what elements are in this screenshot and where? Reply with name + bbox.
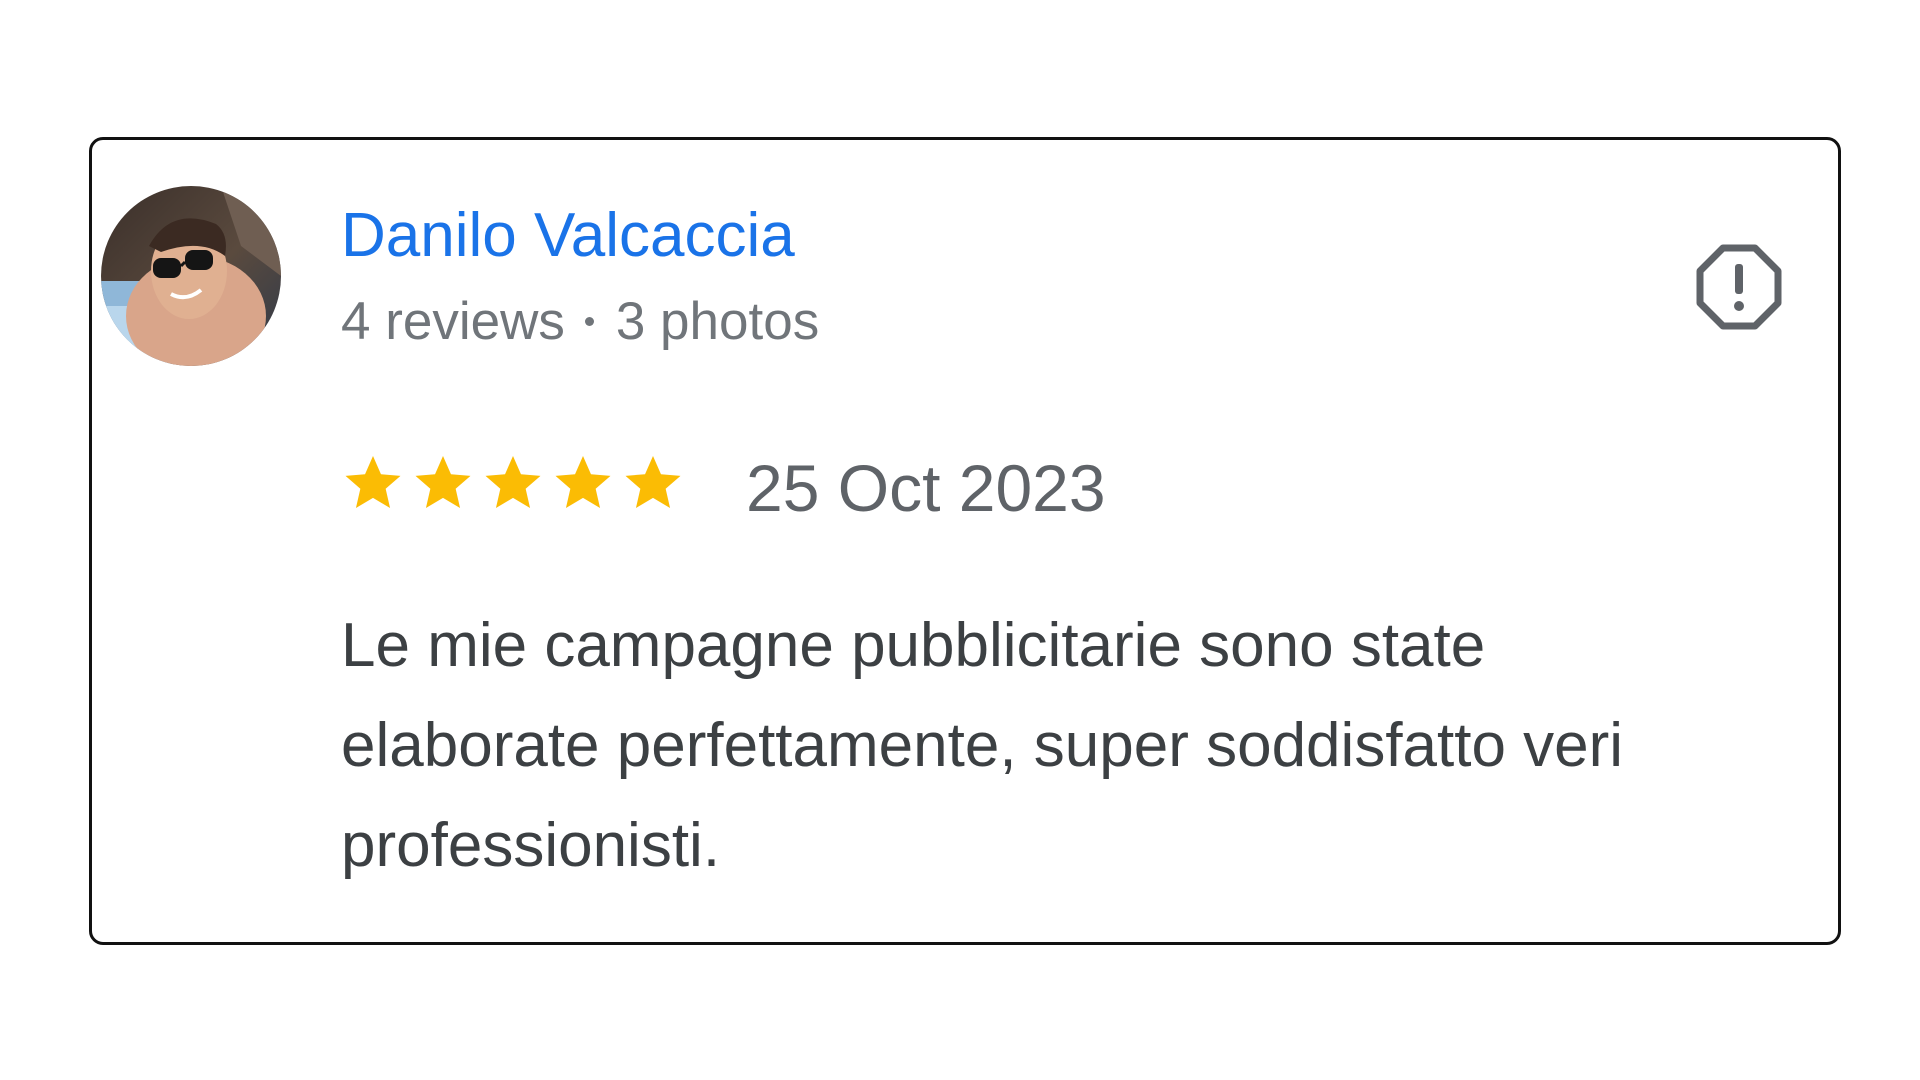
star-icon — [619, 450, 687, 516]
star-icon — [339, 450, 407, 516]
star-icon — [549, 450, 617, 516]
reviewer-meta: 4 reviews 3 photos — [341, 290, 819, 354]
star-icon — [409, 450, 477, 516]
review-text-line: Le mie campagne pubblicitarie sono state — [341, 611, 1486, 680]
reviews-count: 4 reviews — [341, 292, 565, 351]
review-text-line: elaborate perfettamente, super soddisfat… — [341, 711, 1624, 780]
photos-count: 3 photos — [615, 292, 820, 351]
review-text-line: professionisti. — [341, 811, 721, 880]
review-date: 25 Oct 2023 — [746, 451, 1106, 525]
avatar[interactable] — [101, 186, 281, 366]
star-icon — [479, 450, 547, 516]
avatar-image — [101, 186, 281, 366]
star-rating — [339, 450, 687, 516]
separator-dot — [584, 316, 594, 326]
report-icon[interactable] — [1694, 242, 1784, 332]
review-card: Danilo Valcaccia 4 reviews 3 photos 25 Oc… — [89, 137, 1841, 945]
review-text: Le mie campagne pubblicitarie sono state… — [341, 596, 1838, 896]
reviewer-name[interactable]: Danilo Valcaccia — [341, 198, 795, 274]
